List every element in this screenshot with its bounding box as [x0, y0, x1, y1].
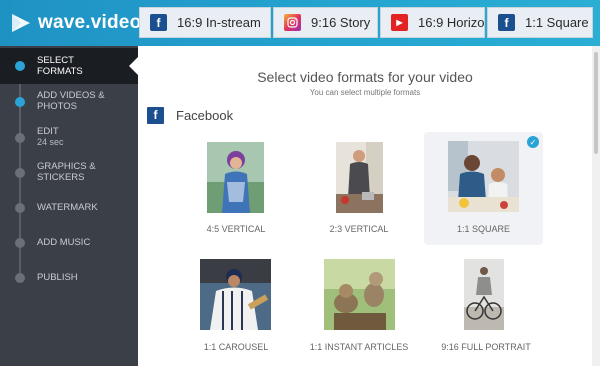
- format-label: 2:3 VERTICAL: [329, 224, 389, 234]
- format-tab-label: 16:9 Horizontal: [418, 15, 485, 30]
- logo-text: wave.video: [38, 12, 142, 33]
- format-label: 9:16 FULL PORTRAIT: [441, 342, 531, 352]
- step-dot: [15, 203, 25, 213]
- app-logo[interactable]: wave.video: [10, 8, 141, 38]
- format-card-2-3-vertical[interactable]: 2:3 VERTICAL: [303, 133, 415, 245]
- step-label: PUBLISH: [37, 272, 78, 283]
- format-label: 1:1 CAROUSEL: [203, 342, 269, 352]
- facebook-icon: f: [150, 14, 167, 31]
- format-card-9-16-full-portrait[interactable]: 9:16 FULL PORTRAIT: [430, 252, 542, 364]
- logo-icon: [12, 14, 30, 32]
- step-dot: [15, 238, 25, 248]
- format-card-4-5-vertical[interactable]: 4:5 VERTICAL: [180, 133, 292, 245]
- step-label: GRAPHICS & STICKERS: [37, 161, 96, 183]
- format-thumbnail: [200, 259, 271, 330]
- section-header-facebook: f Facebook: [147, 106, 233, 124]
- format-thumbnail: [324, 259, 395, 330]
- format-thumbnail: [207, 142, 264, 213]
- youtube-icon: ▶: [391, 14, 408, 31]
- facebook-icon: f: [147, 106, 164, 124]
- step-dot: [15, 133, 25, 143]
- format-tab-fb-square[interactable]: f 1:1 Square: [487, 7, 593, 38]
- step-select-formats[interactable]: SELECT FORMATS: [0, 48, 139, 84]
- page-subtitle: You can select multiple formats: [309, 88, 421, 97]
- step-edit[interactable]: EDIT 24 sec: [0, 120, 138, 156]
- format-tab-ig-story[interactable]: 9:16 Story: [273, 7, 378, 38]
- step-graphics-stickers[interactable]: GRAPHICS & STICKERS: [0, 155, 138, 191]
- format-tab-yt-horizontal[interactable]: ▶ 16:9 Horizontal: [380, 7, 485, 38]
- step-label: SELECT FORMATS: [37, 55, 83, 77]
- selected-check-icon: ✓: [527, 136, 539, 148]
- format-card-1-1-instant-articles[interactable]: 1:1 INSTANT ARTICLES: [303, 252, 415, 364]
- instagram-icon: [284, 14, 301, 31]
- format-tab-fb-instream[interactable]: f 16:9 In-stream: [139, 7, 271, 38]
- step-label-text: EDIT: [37, 126, 59, 137]
- step-label: WATERMARK: [37, 202, 98, 213]
- page-title: Select video formats for your video: [257, 69, 473, 85]
- step-label: ADD MUSIC: [37, 237, 91, 248]
- step-dot: [15, 168, 25, 178]
- step-add-videos-photos[interactable]: ADD VIDEOS & PHOTOS: [0, 84, 138, 120]
- format-thumbnail: [448, 141, 519, 212]
- format-label: 1:1 INSTANT ARTICLES: [309, 342, 409, 352]
- format-tab-label: 16:9 In-stream: [177, 15, 261, 30]
- step-dot: [15, 97, 25, 107]
- format-tab-label: 9:16 Story: [311, 15, 371, 30]
- format-card-1-1-square[interactable]: ✓ 1:1 SQUARE: [424, 132, 543, 245]
- step-label: EDIT 24 sec: [37, 126, 64, 148]
- format-tab-label: 1:1 Square: [525, 15, 589, 30]
- step-dot: [15, 273, 25, 283]
- format-thumbnail: [464, 259, 504, 330]
- step-publish[interactable]: PUBLISH: [0, 260, 138, 296]
- section-title: Facebook: [176, 107, 234, 123]
- format-label: 1:1 SQUARE: [456, 224, 511, 234]
- format-thumbnail: [336, 142, 383, 213]
- facebook-icon: f: [498, 14, 515, 31]
- step-duration: 24 sec: [37, 137, 64, 147]
- format-label: 4:5 VERTICAL: [206, 224, 266, 234]
- scrollbar-thumb[interactable]: [594, 52, 598, 154]
- step-add-music[interactable]: ADD MUSIC: [0, 225, 138, 261]
- wizard-sidebar: SELECT FORMATS ADD VIDEOS & PHOTOS EDIT 2…: [0, 46, 139, 366]
- step-watermark[interactable]: WATERMARK: [0, 190, 138, 226]
- step-label: ADD VIDEOS & PHOTOS: [37, 90, 105, 112]
- format-card-1-1-carousel[interactable]: 1:1 CAROUSEL: [180, 252, 292, 364]
- step-dot: [15, 61, 25, 71]
